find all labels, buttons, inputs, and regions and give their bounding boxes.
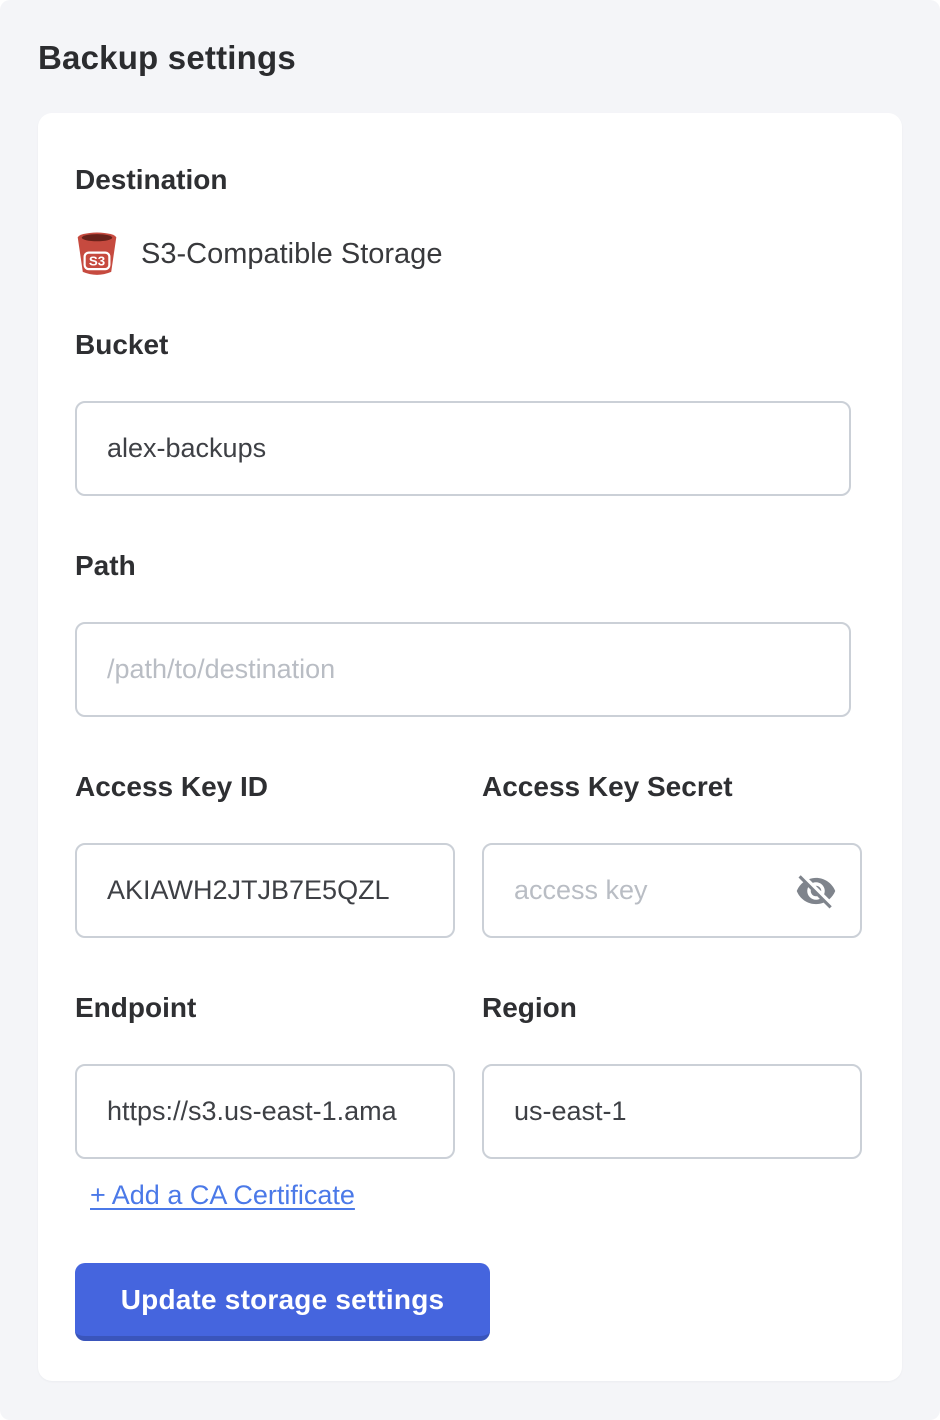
bucket-field: Bucket [75, 329, 862, 496]
endpoint-region-row: Endpoint Region [75, 992, 862, 1159]
destination-provider-row: S3 S3-Compatible Storage [75, 227, 862, 281]
access-key-secret-label: Access Key Secret [482, 771, 862, 803]
s3-bucket-icon: S3 [75, 230, 119, 278]
access-key-id-input[interactable] [75, 843, 455, 938]
backup-settings-page: Backup settings Destination S3 S3-Compat… [0, 0, 940, 1420]
access-key-row: Access Key ID Access Key Secret [75, 771, 862, 938]
page-title: Backup settings [38, 36, 902, 80]
region-label: Region [482, 992, 862, 1024]
toggle-secret-visibility-button[interactable] [794, 869, 838, 913]
region-field: Region [482, 992, 862, 1159]
destination-heading: Destination [75, 163, 862, 197]
region-input[interactable] [482, 1064, 862, 1159]
access-key-id-label: Access Key ID [75, 771, 455, 803]
svg-text:S3: S3 [89, 254, 105, 269]
access-key-secret-field: Access Key Secret [482, 771, 862, 938]
endpoint-input[interactable] [75, 1064, 455, 1159]
access-key-secret-input-wrap [482, 843, 862, 938]
endpoint-label: Endpoint [75, 992, 455, 1024]
path-label: Path [75, 550, 862, 582]
bucket-input[interactable] [75, 401, 851, 496]
path-input[interactable] [75, 622, 851, 717]
backup-settings-card: Destination S3 S3-Compatible Storage Buc… [38, 113, 902, 1381]
add-ca-certificate-link[interactable]: + Add a CA Certificate [90, 1179, 355, 1211]
update-storage-settings-button[interactable]: Update storage settings [75, 1263, 490, 1341]
eye-off-icon [795, 870, 837, 912]
destination-provider-name: S3-Compatible Storage [141, 238, 442, 271]
path-field: Path [75, 550, 862, 717]
access-key-id-field: Access Key ID [75, 771, 455, 938]
bucket-label: Bucket [75, 329, 862, 361]
endpoint-field: Endpoint [75, 992, 455, 1159]
